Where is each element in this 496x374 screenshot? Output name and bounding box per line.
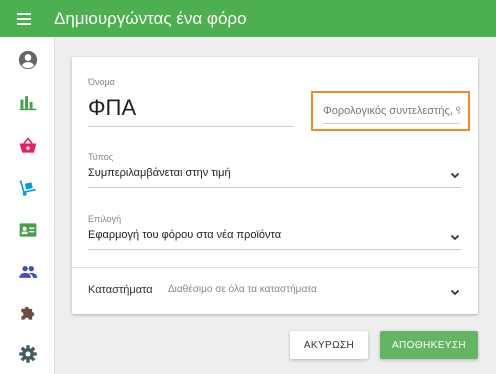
name-label: Όνομα: [88, 77, 115, 87]
page-title: Δημιουργώντας ένα φόρο: [54, 9, 247, 28]
rate-field-highlight: [311, 91, 470, 131]
chevron-down-icon: [450, 172, 460, 179]
menu-icon[interactable]: [14, 9, 34, 29]
app-bar: Δημιουργώντας ένα φόρο: [0, 0, 496, 37]
name-underline: [88, 126, 294, 127]
sidebar-item-goods[interactable]: [0, 168, 55, 208]
option-underline: [88, 249, 461, 250]
option-select[interactable]: Εφαρμογή του φόρου στα νέα προϊόντα: [88, 226, 461, 250]
cancel-button[interactable]: ΑΚΥΡΩΣΗ: [290, 331, 368, 359]
sidebar: [0, 37, 55, 374]
stores-value: Διαθέσιμο σε όλα τα καταστήματα: [168, 284, 317, 295]
tax-rate-input[interactable]: [323, 105, 460, 117]
name-field[interactable]: ΦΠΑ: [88, 95, 136, 121]
stores-label: Καταστήματα: [88, 284, 153, 296]
badge-icon: [19, 223, 36, 237]
save-button[interactable]: ΑΠΟΘΗΚΕΥΣΗ: [380, 331, 478, 359]
type-label: Τύπος: [88, 152, 114, 162]
sidebar-item-reports[interactable]: [0, 82, 55, 122]
dolly-icon: [19, 180, 36, 196]
sidebar-item-sales[interactable]: [0, 126, 55, 166]
chevron-down-icon: [450, 234, 460, 241]
people-icon: [18, 266, 37, 278]
sidebar-item-customers[interactable]: [0, 252, 55, 292]
type-select[interactable]: Συμπεριλαμβάνεται στην τιμή: [88, 164, 461, 188]
bar-chart-icon: [19, 96, 36, 111]
gear-icon: [18, 345, 37, 363]
basket-icon: [19, 137, 36, 153]
divider: [72, 267, 478, 268]
chevron-down-icon: [450, 289, 460, 296]
stores-select[interactable]: Καταστήματα Διαθέσιμο σε όλα τα καταστήμ…: [88, 279, 461, 303]
sidebar-item-settings[interactable]: [0, 334, 55, 374]
puzzle-icon: [20, 306, 34, 320]
type-underline: [88, 187, 461, 188]
account-circle-icon: [18, 50, 37, 70]
option-value: Εφαρμογή του φόρου στα νέα προϊόντα: [88, 229, 282, 241]
type-value: Συμπεριλαμβάνεται στην τιμή: [88, 167, 231, 179]
tax-form-card: Όνομα ΦΠΑ Τύπος Συμπεριλαμβάνεται στην τ…: [72, 57, 478, 314]
sidebar-item-integrations[interactable]: [0, 293, 55, 333]
rate-underline: [323, 123, 460, 124]
sidebar-item-account[interactable]: [0, 40, 55, 80]
option-label: Επιλογή: [88, 214, 122, 224]
sidebar-item-employees[interactable]: [0, 210, 55, 250]
